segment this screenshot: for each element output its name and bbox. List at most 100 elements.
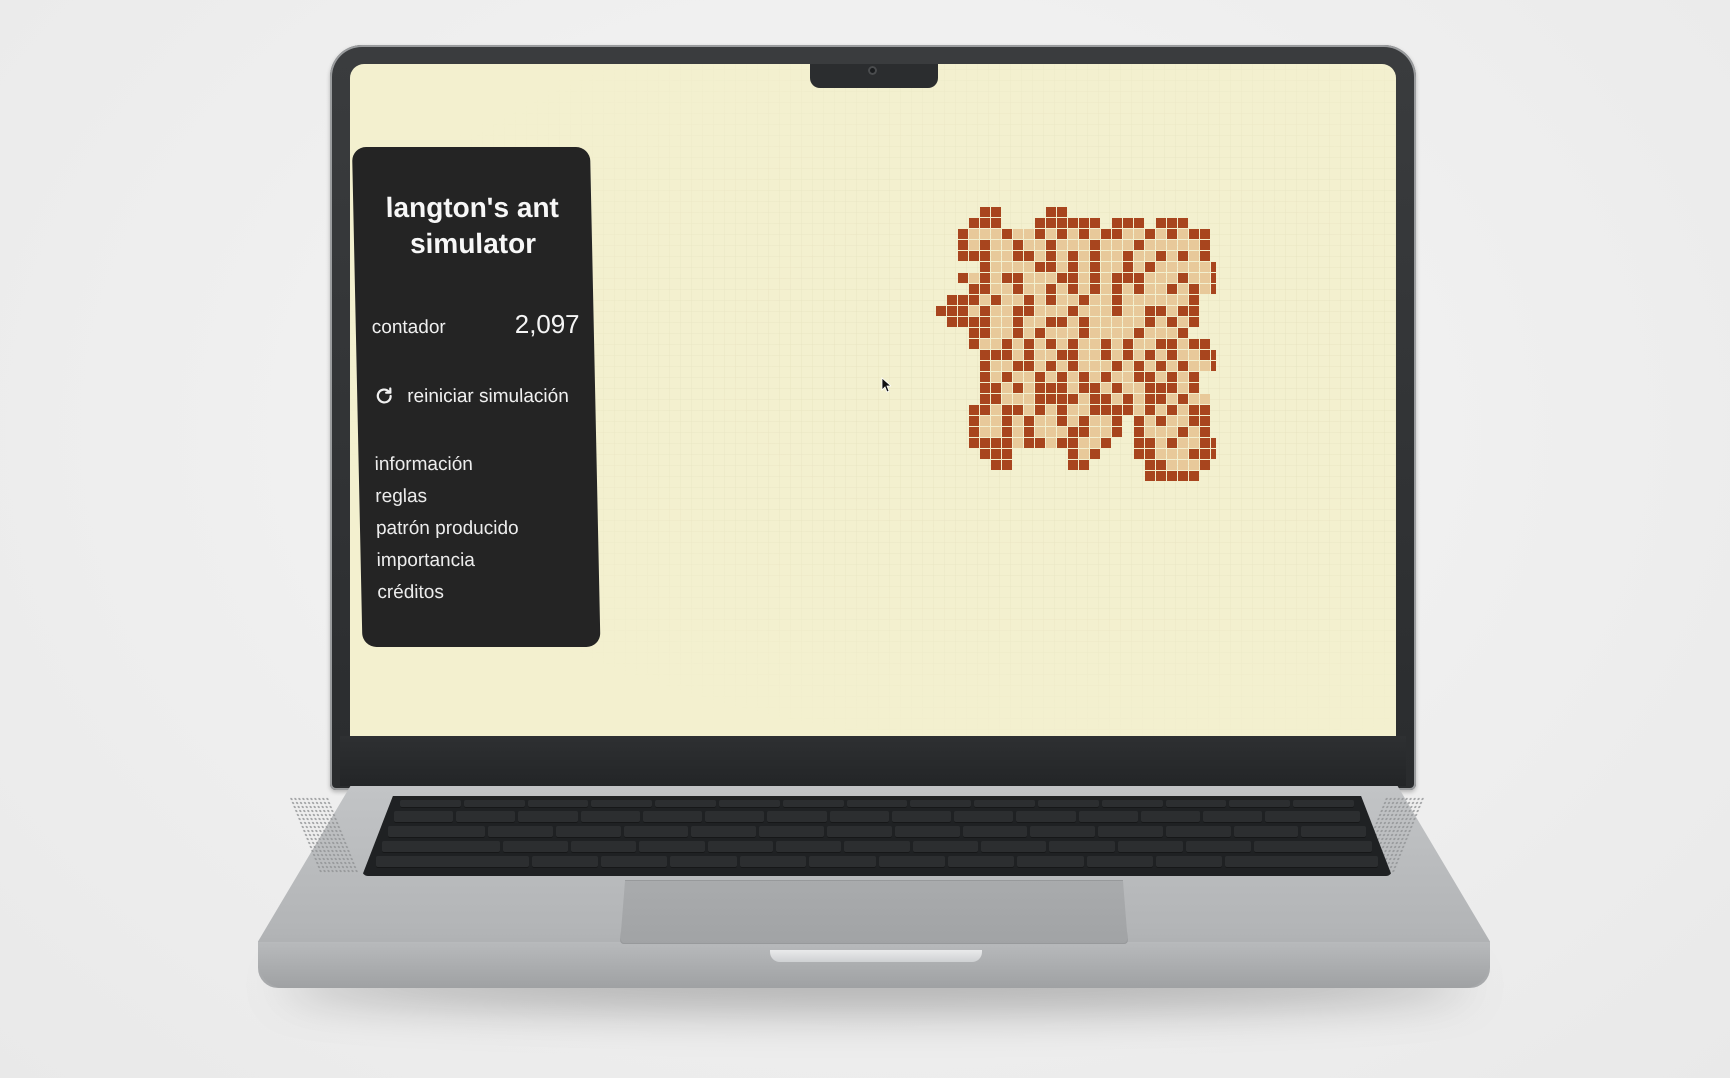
grid-cell-light — [1024, 405, 1034, 415]
ant-simulation-grid[interactable] — [936, 207, 1216, 487]
menu-item-reglas[interactable]: reglas — [375, 481, 518, 513]
grid-cell-light — [1046, 405, 1056, 415]
grid-cell-light — [1068, 383, 1078, 393]
menu-item-importancia[interactable]: importancia — [376, 545, 519, 577]
grid-cell-light — [1090, 317, 1100, 327]
grid-cell-dark — [1145, 449, 1155, 459]
grid-cell-dark — [1068, 427, 1078, 437]
reset-simulation-button[interactable]: reiniciar simulación — [373, 384, 586, 410]
grid-cell-light — [1046, 229, 1056, 239]
laptop-lip — [770, 950, 982, 962]
grid-cell-light — [1123, 361, 1133, 371]
grid-cell-light — [1068, 405, 1078, 415]
menu-item-patron-producido[interactable]: patrón producido — [376, 513, 519, 545]
grid-cell-light — [1156, 284, 1166, 294]
grid-cell-dark — [1068, 460, 1078, 470]
grid-cell-light — [1057, 328, 1067, 338]
grid-cell-light — [1167, 449, 1177, 459]
grid-cell-dark — [1079, 372, 1089, 382]
grid-cell-dark — [1145, 460, 1155, 470]
grid-cell-light — [1013, 416, 1023, 426]
grid-cell-dark — [1145, 306, 1155, 316]
menu-item-creditos[interactable]: créditos — [377, 577, 520, 609]
grid-cell-dark — [1101, 438, 1111, 448]
grid-cell-dark — [1090, 284, 1100, 294]
counter-label: contador — [371, 317, 446, 338]
grid-cell-light — [1079, 240, 1089, 250]
grid-cell-dark — [1024, 295, 1034, 305]
grid-cell-dark — [1046, 383, 1056, 393]
grid-cell-light — [1002, 317, 1012, 327]
grid-cell-light — [1046, 328, 1056, 338]
grid-cell-light — [1024, 273, 1034, 283]
mouse-cursor-icon — [881, 377, 891, 393]
grid-cell-dark — [1057, 229, 1067, 239]
grid-cell-dark — [1068, 284, 1078, 294]
grid-cell-light — [1101, 328, 1111, 338]
grid-cell-light — [1002, 306, 1012, 316]
grid-cell-dark — [1090, 262, 1100, 272]
menu-item-informacion[interactable]: información — [374, 449, 517, 481]
grid-cell-light — [991, 306, 1001, 316]
grid-cell-dark — [980, 383, 990, 393]
grid-cell-dark — [1079, 383, 1089, 393]
keyboard-row — [388, 826, 1367, 838]
grid-cell-light — [1134, 405, 1144, 415]
grid-cell-dark — [1024, 416, 1034, 426]
grid-cell-light — [1046, 416, 1056, 426]
grid-cell-dark — [1112, 427, 1122, 437]
grid-cell-dark — [1046, 240, 1056, 250]
grid-cell-light — [1145, 339, 1155, 349]
grid-cell-light — [1013, 438, 1023, 448]
grid-cell-light — [1134, 317, 1144, 327]
grid-cell-dark — [991, 207, 1001, 217]
grid-cell-dark — [1035, 372, 1045, 382]
grid-cell-dark — [1057, 394, 1067, 404]
grid-cell-dark — [1167, 438, 1177, 448]
grid-cell-dark — [1046, 284, 1056, 294]
grid-cell-light — [1178, 383, 1188, 393]
grid-cell-dark — [1178, 471, 1188, 481]
grid-cell-light — [1178, 460, 1188, 470]
grid-cell-light — [991, 229, 1001, 239]
grid-cell-dark — [1134, 449, 1144, 459]
grid-cell-dark — [1024, 339, 1034, 349]
grid-cell-light — [1101, 306, 1111, 316]
grid-cell-light — [1035, 339, 1045, 349]
grid-cell-light — [1101, 361, 1111, 371]
grid-cell-light — [969, 240, 979, 250]
grid-cell-light — [1156, 328, 1166, 338]
grid-cell-dark — [1079, 416, 1089, 426]
grid-cell-dark — [1079, 218, 1089, 228]
grid-cell-dark — [1134, 328, 1144, 338]
grid-cell-light — [1079, 350, 1089, 360]
grid-cell-light — [1002, 284, 1012, 294]
grid-cell-dark — [1046, 262, 1056, 272]
grid-cell-light — [1112, 394, 1122, 404]
grid-cell-dark — [1002, 427, 1012, 437]
grid-cell-light — [991, 262, 1001, 272]
grid-cell-dark — [1200, 251, 1210, 261]
grid-cell-dark — [1200, 449, 1210, 459]
grid-cell-dark — [1057, 350, 1067, 360]
grid-cell-light — [1101, 383, 1111, 393]
grid-cell-dark — [969, 416, 979, 426]
grid-cell-light — [1156, 262, 1166, 272]
grid-cell-light — [980, 229, 990, 239]
grid-cell-light — [1002, 295, 1012, 305]
grid-cell-light — [1178, 372, 1188, 382]
grid-cell-dark — [1178, 251, 1188, 261]
grid-cell-dark — [969, 218, 979, 228]
grid-cell-dark — [969, 328, 979, 338]
grid-cell-dark — [1112, 405, 1122, 415]
grid-cell-light — [1134, 394, 1144, 404]
grid-cell-light — [991, 240, 1001, 250]
grid-cell-dark — [1057, 218, 1067, 228]
grid-cell-light — [1057, 339, 1067, 349]
grid-cell-light — [1090, 427, 1100, 437]
grid-cell-light — [1057, 295, 1067, 305]
grid-cell-dark — [1057, 383, 1067, 393]
grid-cell-dark — [1112, 361, 1122, 371]
grid-cell-light — [1079, 284, 1089, 294]
grid-cell-dark — [980, 328, 990, 338]
